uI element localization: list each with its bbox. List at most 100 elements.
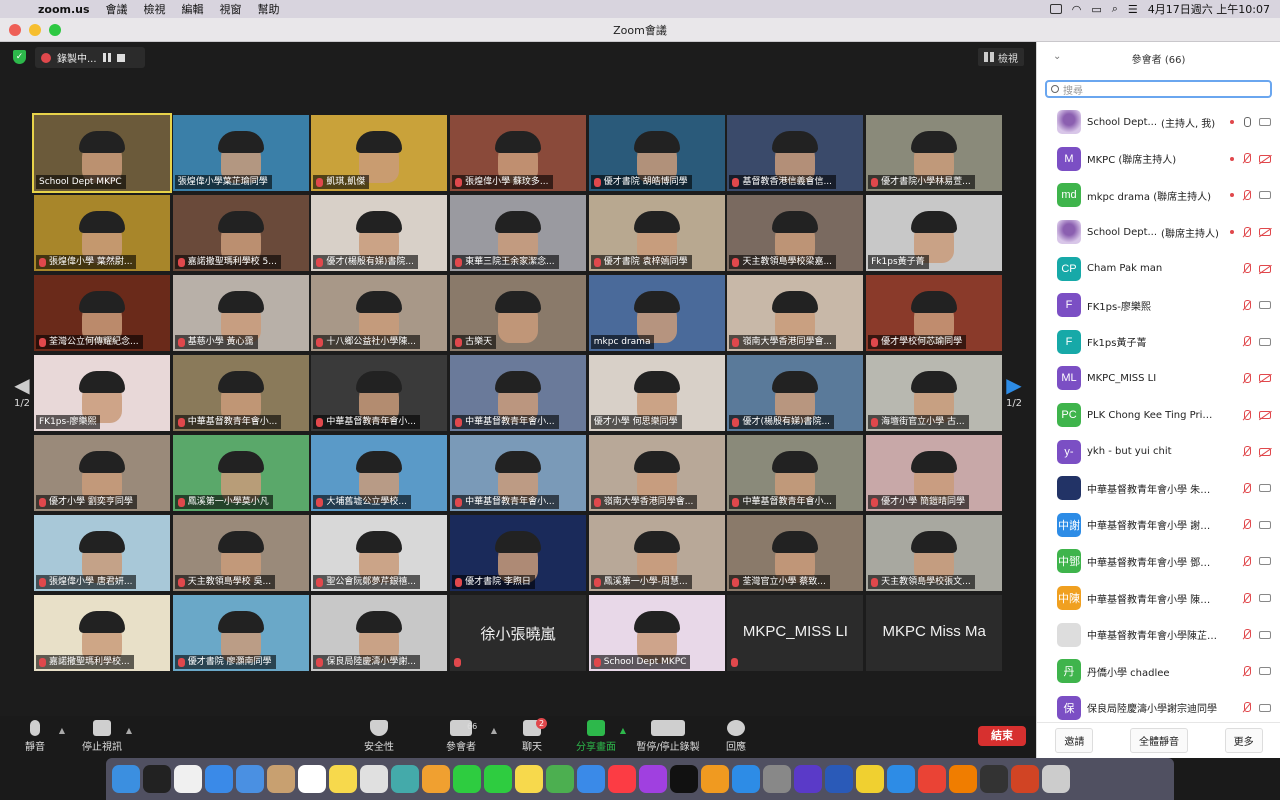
video-tile[interactable]: 徐小張曉嵐	[450, 595, 587, 671]
stop-recording-button[interactable]	[116, 53, 125, 62]
dock-app-icon[interactable]	[298, 765, 326, 793]
share-screen-button[interactable]: 分享畫面 ▲	[564, 720, 628, 753]
video-options-chevron-icon[interactable]: ▲	[126, 726, 132, 735]
reactions-button[interactable]: 回應	[704, 720, 768, 753]
participant-search-input[interactable]: 搜尋	[1045, 80, 1272, 98]
dock-app-icon[interactable]	[360, 765, 388, 793]
dock-app-icon[interactable]	[546, 765, 574, 793]
minimize-window-icon[interactable]	[29, 24, 41, 36]
security-button[interactable]: 安全性	[347, 720, 411, 753]
muted-mic-icon[interactable]	[1242, 446, 1251, 457]
video-tile[interactable]: 凱琪,凱傑	[311, 115, 448, 191]
video-tile[interactable]: 天主教領島學校 吳...	[172, 515, 309, 591]
video-tile[interactable]: 荃灣公立何傳耀紀念...	[34, 275, 170, 351]
encryption-shield-icon[interactable]: ✓	[13, 50, 26, 64]
dock-app-icon[interactable]	[794, 765, 822, 793]
close-window-icon[interactable]	[9, 24, 21, 36]
muted-mic-icon[interactable]	[1242, 153, 1251, 164]
zoom-status-icon[interactable]	[1049, 4, 1062, 14]
video-tile[interactable]: 古樂天	[450, 275, 587, 351]
participant-row[interactable]: 中謝 中華基督教青年會小學 謝家...	[1037, 507, 1280, 544]
video-tile[interactable]: 基督教香港信義會信...	[727, 115, 864, 191]
video-tile[interactable]: 海壇街官立小學 古...	[866, 355, 1003, 431]
participant-row[interactable]: F FK1ps-廖樂熙	[1037, 287, 1280, 324]
menu-view[interactable]: 檢視	[136, 1, 174, 17]
video-tile[interactable]: 荃灣官立小學 蔡致...	[727, 515, 864, 591]
dock-app-icon[interactable]	[143, 765, 171, 793]
dock-app-icon[interactable]	[515, 765, 543, 793]
wifi-icon[interactable]: ◠	[1072, 3, 1082, 16]
video-tile[interactable]: 天主教領島學校張文...	[866, 515, 1003, 591]
dock-app-icon[interactable]	[1042, 765, 1070, 793]
dock-app-icon[interactable]	[205, 765, 233, 793]
battery-icon[interactable]: ▭	[1091, 3, 1101, 16]
participant-row[interactable]: ML MKPC_MISS LI	[1037, 360, 1280, 397]
dock-app-icon[interactable]	[608, 765, 636, 793]
video-tile[interactable]: 優才書院 李煦日	[450, 515, 587, 591]
muted-mic-icon[interactable]	[1242, 519, 1251, 530]
video-tile[interactable]: 張煌偉小學 唐君妍...	[34, 515, 170, 591]
muted-mic-icon[interactable]	[1242, 629, 1251, 640]
participant-row[interactable]: School Dept... (聯席主持人)	[1037, 214, 1280, 251]
dock-app-icon[interactable]	[174, 765, 202, 793]
video-tile[interactable]: 優才小學 簡鎧晴同學	[866, 435, 1003, 511]
video-tile[interactable]: 嘉諾撒聖瑪利學校...	[34, 595, 170, 671]
video-tile[interactable]: 張煌偉小學 葉然尉...	[34, 195, 170, 271]
muted-mic-icon[interactable]	[1242, 555, 1251, 567]
video-tile[interactable]: 保良局陸慶濤小學謝...	[311, 595, 448, 671]
invite-button[interactable]: 邀請	[1055, 728, 1094, 753]
video-tile[interactable]: MKPC Miss Ma	[866, 595, 1003, 671]
video-tile[interactable]: 嶺南大學香港同學會...	[588, 435, 725, 511]
video-tile[interactable]: 東華三院王余家潔念...	[450, 195, 587, 271]
video-tile[interactable]: 基慈小學 黃心靄	[172, 275, 309, 351]
menu-window[interactable]: 視窗	[212, 1, 250, 17]
dock-app-icon[interactable]	[112, 765, 140, 793]
dock-app-icon[interactable]	[391, 765, 419, 793]
view-button[interactable]: 檢視	[978, 48, 1024, 66]
dock-app-icon[interactable]	[887, 765, 915, 793]
dock-app-icon[interactable]	[484, 765, 512, 793]
video-tile[interactable]: 優才(楊殷有娣)書院...	[311, 195, 448, 271]
video-tile[interactable]: 張煌偉小學 蘇玟多...	[450, 115, 587, 191]
menu-edit[interactable]: 編輯	[174, 1, 212, 17]
pause-recording-button[interactable]	[102, 53, 111, 62]
participant-row[interactable]: 中鄧 中華基督教青年會小學 鄧瑞...	[1037, 543, 1280, 580]
dock-app-icon[interactable]	[701, 765, 729, 793]
video-tile[interactable]: 中華基督教青年會小...	[450, 435, 587, 511]
muted-mic-icon[interactable]	[1242, 226, 1251, 238]
participants-button[interactable]: 66 參會者 ▲	[423, 720, 499, 753]
participant-row[interactable]: y-ykh - but yui chit	[1037, 433, 1280, 470]
end-meeting-button[interactable]: 結束	[978, 726, 1026, 746]
video-tile[interactable]: 中華基督教青年會小...	[450, 355, 587, 431]
participant-row[interactable]: md mkpc drama (聯席主持人)	[1037, 177, 1280, 214]
participant-row[interactable]: PC PLK Chong Kee Ting Primary...	[1037, 397, 1280, 434]
video-tile[interactable]: Fk1ps黃子菁	[866, 195, 1003, 271]
menu-meeting[interactable]: 會議	[98, 1, 136, 17]
dock-app-icon[interactable]	[825, 765, 853, 793]
participant-row[interactable]: 中陳 中華基督教青年會小學 陳家...	[1037, 580, 1280, 617]
muted-mic-icon[interactable]	[1242, 482, 1251, 494]
muted-mic-icon[interactable]	[1242, 299, 1251, 311]
dock-app-icon[interactable]	[763, 765, 791, 793]
dock-app-icon[interactable]	[670, 765, 698, 793]
video-tile[interactable]: 嘉諾撒聖瑪利學校 5...	[172, 195, 309, 271]
video-tile[interactable]: 十八鄉公益社小學陳...	[311, 275, 448, 351]
participants-options-chevron-icon[interactable]: ▲	[491, 726, 497, 735]
video-tile[interactable]: 天主教領島學校梁嘉...	[727, 195, 864, 271]
video-tile[interactable]: 聖公會阮鄭夢芹銀禧...	[311, 515, 448, 591]
dock-app-icon[interactable]	[267, 765, 295, 793]
video-tile[interactable]: mkpc drama	[588, 275, 725, 351]
participant-row[interactable]: 中華基督教青年會小學陳芷晴...	[1037, 616, 1280, 653]
dock-app-icon[interactable]	[422, 765, 450, 793]
dock-app-icon[interactable]	[236, 765, 264, 793]
menu-help[interactable]: 幫助	[250, 1, 288, 17]
muted-mic-icon[interactable]	[1242, 372, 1251, 384]
mute-all-button[interactable]: 全體靜音	[1129, 728, 1188, 753]
dock-app-icon[interactable]	[1011, 765, 1039, 793]
participant-row[interactable]: School Dept... (主持人, 我)	[1037, 104, 1280, 141]
video-tile[interactable]: 優才小學 劉奕亨同學	[34, 435, 170, 511]
muted-mic-icon[interactable]	[1242, 336, 1251, 347]
participant-row[interactable]: 丹丹僑小學 chadlee	[1037, 653, 1280, 690]
menubar-clock[interactable]: 4月17日週六 上午10:07	[1148, 1, 1270, 17]
pause-stop-recording-button[interactable]: 暫停/停止錄製	[628, 720, 708, 753]
